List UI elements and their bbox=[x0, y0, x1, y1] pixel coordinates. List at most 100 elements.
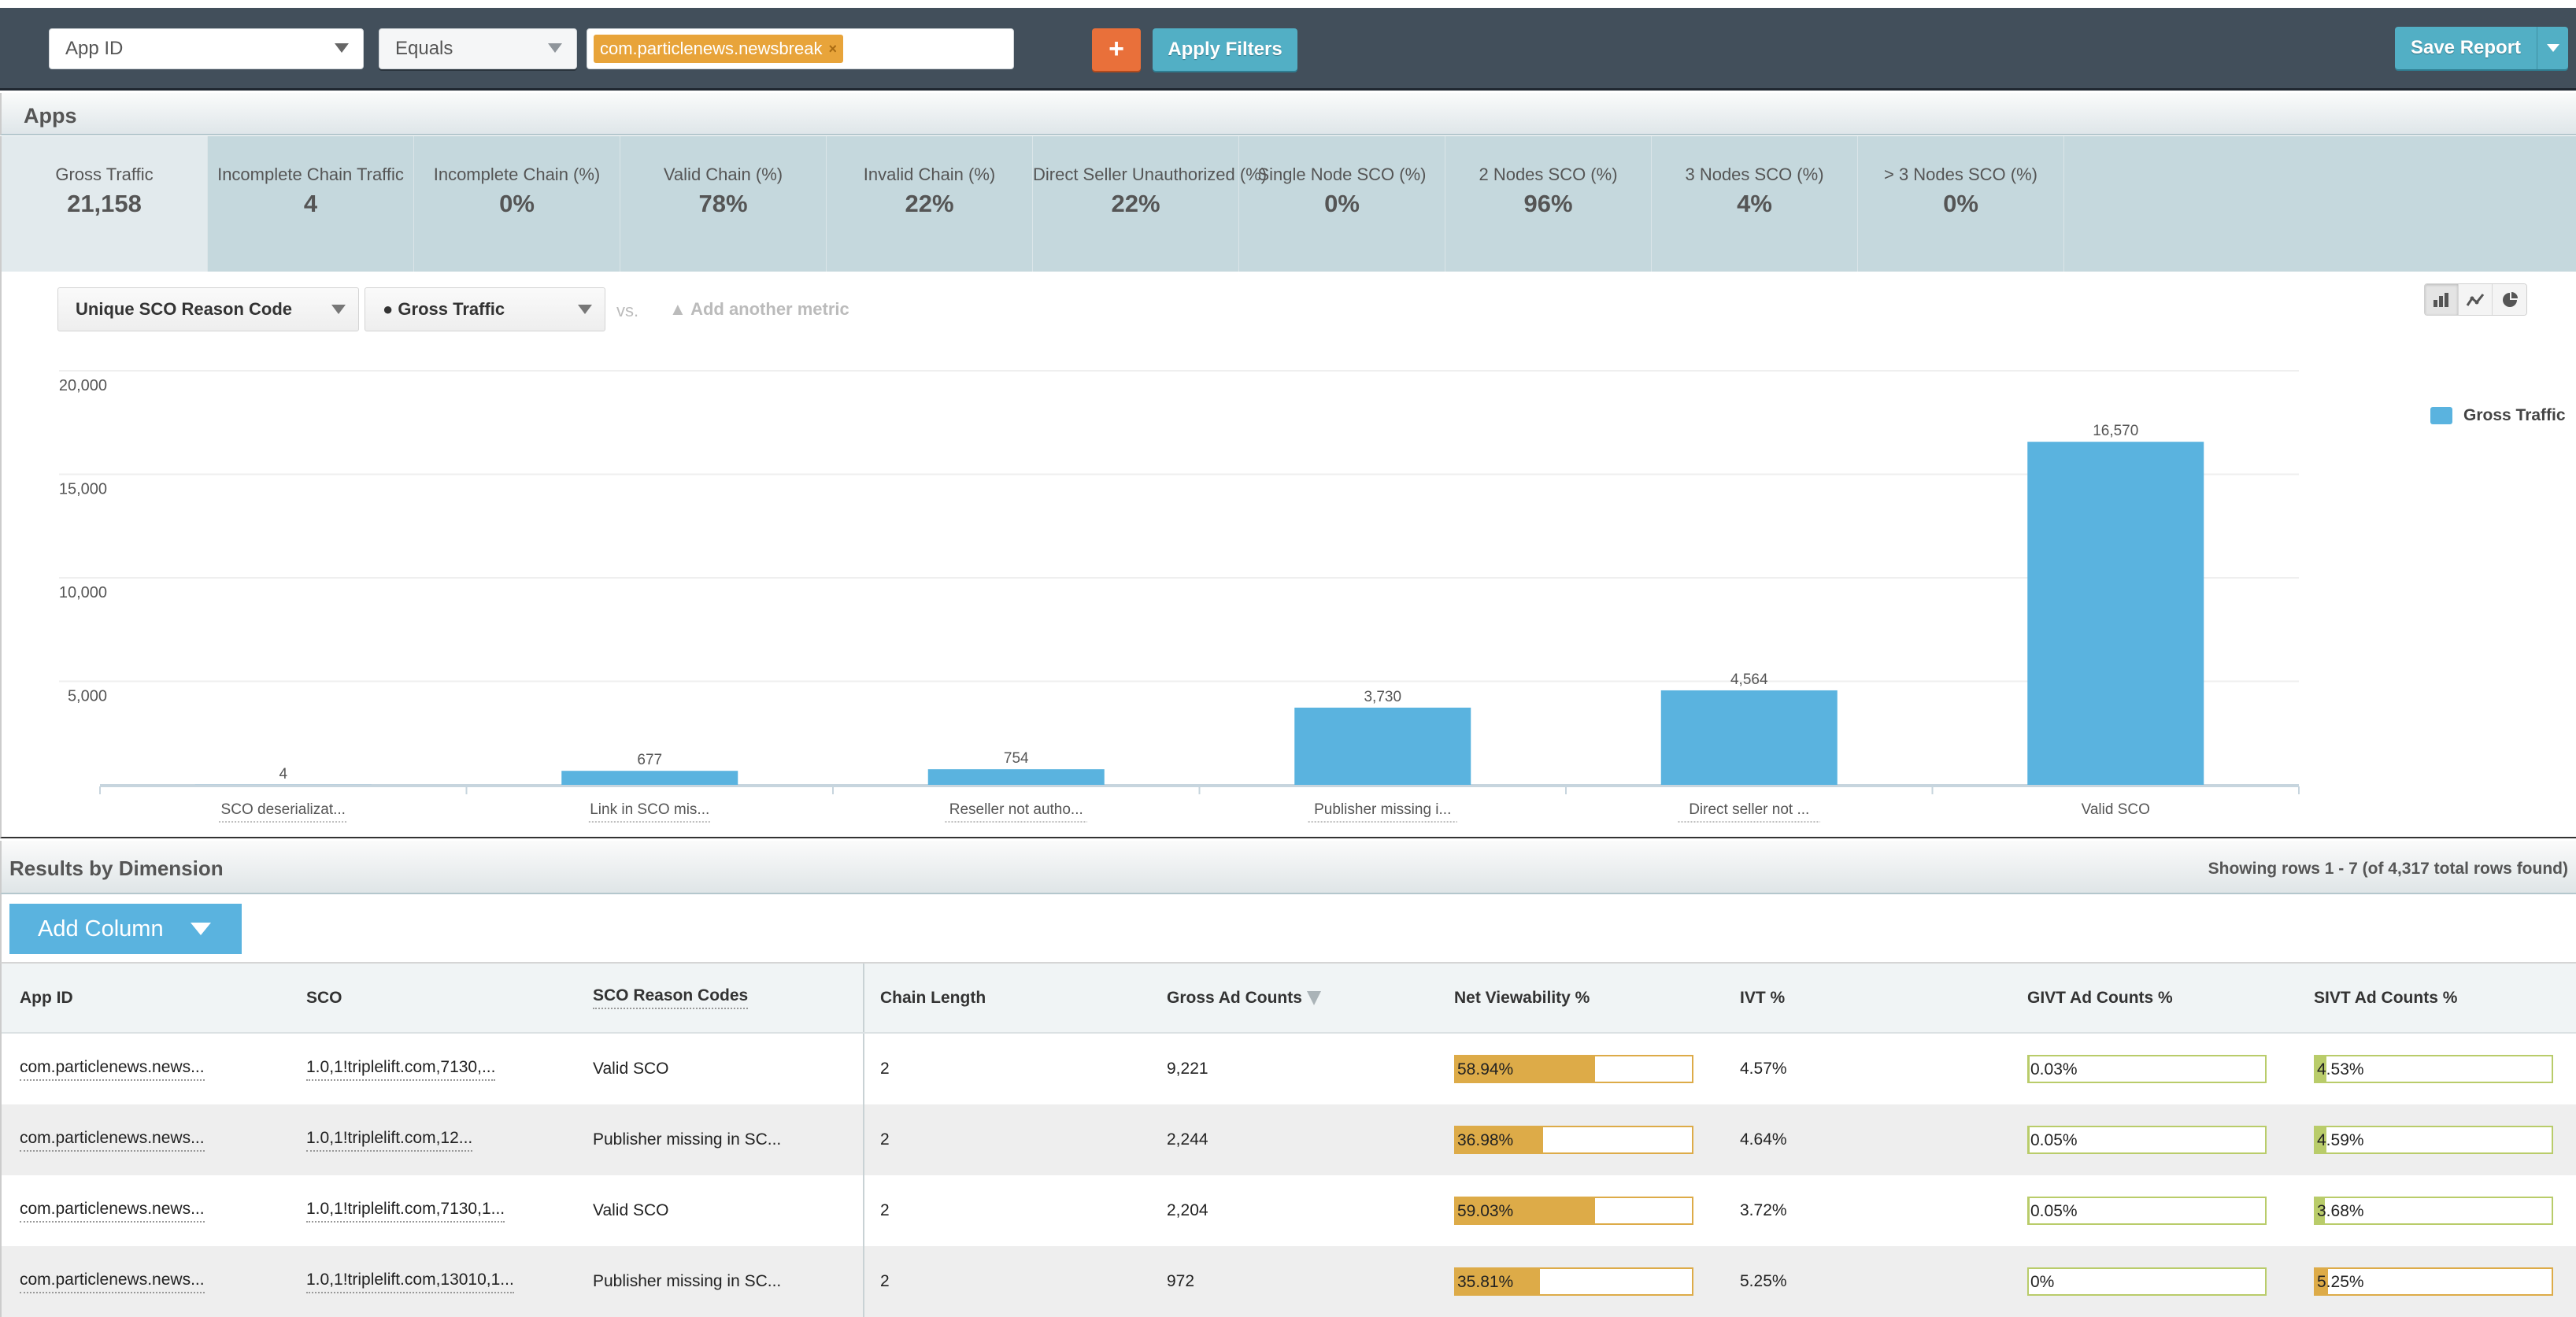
add-column-button[interactable]: Add Column bbox=[9, 904, 242, 954]
filter-value-tag: com.particlenews.newsbreak × bbox=[594, 35, 843, 63]
metric-tile-value: 0% bbox=[1858, 190, 2063, 218]
add-column-label: Add Column bbox=[38, 916, 164, 942]
chevron-down-icon bbox=[548, 43, 562, 53]
ivt-text: 5.25% bbox=[1740, 1272, 1787, 1291]
metric-tile-value: 0% bbox=[414, 190, 620, 218]
bar bbox=[1294, 708, 1471, 785]
metric-tile-value: 0% bbox=[1239, 190, 1445, 218]
metric-tile-label: Direct Seller Unauthorized (%) bbox=[1033, 165, 1238, 185]
column-header-chain-length[interactable]: Chain Length bbox=[880, 964, 986, 1032]
column-header-gross-ad-counts[interactable]: Gross Ad Counts bbox=[1167, 964, 1321, 1032]
filter-operator-dropdown[interactable]: Equals bbox=[379, 28, 577, 69]
add-filter-button[interactable]: + bbox=[1092, 28, 1141, 71]
cell-app-id[interactable]: com.particlenews.news... bbox=[20, 1034, 205, 1104]
cell-sivt: 5.25% bbox=[2314, 1246, 2553, 1317]
cell-givt: 0.05% bbox=[2027, 1104, 2267, 1175]
column-header-sco[interactable]: SCO bbox=[306, 964, 342, 1032]
add-another-metric-link[interactable]: ▲ Add another metric bbox=[669, 299, 849, 320]
sort-descending-icon bbox=[1307, 991, 1321, 1005]
x-tick-label: Reseller not autho... bbox=[949, 801, 1083, 818]
x-tick-label: Direct seller not ... bbox=[1689, 801, 1809, 818]
givt-text: 0% bbox=[2030, 1273, 2054, 1292]
metric-tile-value: 22% bbox=[1033, 190, 1238, 218]
line-chart-button[interactable] bbox=[2459, 284, 2493, 315]
givt-text: 0.05% bbox=[2030, 1131, 2078, 1150]
save-report-button-group: Save Report bbox=[2395, 27, 2568, 69]
metric-tile-label: Valid Chain (%) bbox=[620, 165, 826, 185]
cell-app-id[interactable]: com.particlenews.news... bbox=[20, 1104, 205, 1175]
metric-tile[interactable]: 3 Nodes SCO (%)4% bbox=[1652, 136, 1858, 272]
bar-chart-button[interactable] bbox=[2425, 284, 2459, 315]
net-viewability-text: 35.81% bbox=[1457, 1273, 1513, 1292]
filter-value-input[interactable]: com.particlenews.newsbreak × bbox=[587, 28, 1014, 69]
net-viewability-bar: 58.94% bbox=[1454, 1055, 1693, 1083]
sivt-bar: 4.59% bbox=[2314, 1126, 2553, 1154]
cell-net-viewability: 58.94% bbox=[1454, 1034, 1693, 1104]
cell-sco[interactable]: 1.0,1!triplelift.com,12... bbox=[306, 1104, 472, 1175]
bar-value-label: 3,730 bbox=[1364, 689, 1401, 705]
metric-tile[interactable]: Invalid Chain (%)22% bbox=[827, 136, 1033, 272]
chain-length-text: 2 bbox=[880, 1201, 890, 1220]
cell-gross-ad-counts: 2,244 bbox=[1167, 1104, 1208, 1175]
sivt-text: 3.68% bbox=[2317, 1202, 2364, 1221]
cell-sco[interactable]: 1.0,1!triplelift.com,7130,... bbox=[306, 1034, 495, 1104]
vs-label: vs. bbox=[616, 301, 638, 321]
cell-ivt: 5.25% bbox=[1740, 1246, 1787, 1317]
cell-sco-reason: Publisher missing in SC... bbox=[593, 1246, 781, 1317]
metric-tile-label: Single Node SCO (%) bbox=[1239, 165, 1445, 185]
results-toolbar: Add Column bbox=[0, 894, 2576, 964]
save-report-button[interactable]: Save Report bbox=[2395, 27, 2537, 69]
sco-text: 1.0,1!triplelift.com,13010,1... bbox=[306, 1271, 514, 1293]
column-header-net-viewability[interactable]: Net Viewability % bbox=[1454, 964, 1590, 1032]
cell-chain-length: 2 bbox=[880, 1175, 890, 1246]
metric-tile[interactable]: Direct Seller Unauthorized (%) 22% bbox=[1033, 136, 1239, 272]
dimension-dropdown[interactable]: Unique SCO Reason Code bbox=[57, 287, 359, 331]
metric-tile[interactable]: Valid Chain (%)78% bbox=[620, 136, 827, 272]
column-header-app-id[interactable]: App ID bbox=[20, 964, 73, 1032]
column-header-sivt[interactable]: SIVT Ad Counts % bbox=[2314, 964, 2457, 1032]
cell-sco[interactable]: 1.0,1!triplelift.com,7130,1... bbox=[306, 1175, 505, 1246]
cell-sco[interactable]: 1.0,1!triplelift.com,13010,1... bbox=[306, 1246, 514, 1317]
metric-tile[interactable]: > 3 Nodes SCO (%) 0% bbox=[1858, 136, 2064, 272]
results-section-header: Results by Dimension Showing rows 1 - 7 … bbox=[0, 841, 2576, 894]
cell-chain-length: 2 bbox=[880, 1034, 890, 1104]
table-row[interactable]: com.particlenews.news... 1.0,1!triplelif… bbox=[2, 1034, 2576, 1104]
cell-app-id[interactable]: com.particlenews.news... bbox=[20, 1175, 205, 1246]
metric-tile[interactable]: Single Node SCO (%) 0% bbox=[1239, 136, 1445, 272]
net-viewability-bar: 36.98% bbox=[1454, 1126, 1693, 1154]
metric-tile[interactable]: 2 Nodes SCO (%)96% bbox=[1445, 136, 1652, 272]
dimension-value: Unique SCO Reason Code bbox=[76, 299, 292, 320]
remove-tag-icon[interactable]: × bbox=[828, 35, 837, 63]
column-header-ivt[interactable]: IVT % bbox=[1740, 964, 1785, 1032]
table-header-row: App ID SCO SCO Reason Codes Chain Length… bbox=[2, 964, 2576, 1034]
metric-tile[interactable]: Incomplete Chain (%)0% bbox=[414, 136, 620, 272]
metric-tile-label: 2 Nodes SCO (%) bbox=[1445, 165, 1651, 185]
metric-tile-label: > 3 Nodes SCO (%) bbox=[1858, 165, 2063, 185]
column-header-sco-reason-codes-label: SCO Reason Codes bbox=[593, 986, 748, 1009]
table-body: com.particlenews.news... 1.0,1!triplelif… bbox=[2, 1034, 2576, 1317]
cell-app-id[interactable]: com.particlenews.news... bbox=[20, 1246, 205, 1317]
gross-ad-counts-text: 2,204 bbox=[1167, 1201, 1208, 1220]
results-title: Results by Dimension bbox=[9, 856, 224, 881]
apply-filters-button[interactable]: Apply Filters bbox=[1153, 28, 1297, 71]
gross-ad-counts-text: 972 bbox=[1167, 1272, 1194, 1291]
table-row[interactable]: com.particlenews.news... 1.0,1!triplelif… bbox=[2, 1175, 2576, 1246]
sivt-text: 4.53% bbox=[2317, 1060, 2364, 1079]
cell-net-viewability: 36.98% bbox=[1454, 1104, 1693, 1175]
metric-tile[interactable]: Gross Traffic21,158 bbox=[2, 136, 208, 272]
column-header-sco-reason-codes[interactable]: SCO Reason Codes bbox=[593, 964, 748, 1032]
sco-reason-text: Valid SCO bbox=[593, 1201, 668, 1220]
table-row[interactable]: com.particlenews.news... 1.0,1!triplelif… bbox=[2, 1246, 2576, 1317]
bar-chart: 5,00010,00015,00020,0004SCO deserializat… bbox=[2, 272, 2576, 838]
column-header-givt[interactable]: GIVT Ad Counts % bbox=[2027, 964, 2173, 1032]
metric-tile[interactable]: Incomplete Chain Traffic4 bbox=[208, 136, 414, 272]
filter-field-dropdown[interactable]: App ID bbox=[49, 28, 364, 69]
sco-text: 1.0,1!triplelift.com,7130,1... bbox=[306, 1200, 505, 1223]
filter-bar: App ID Equals com.particlenews.newsbreak… bbox=[0, 8, 2576, 91]
save-report-menu-caret-icon[interactable] bbox=[2537, 27, 2568, 69]
table-row[interactable]: com.particlenews.news... 1.0,1!triplelif… bbox=[2, 1104, 2576, 1175]
pie-chart-button[interactable] bbox=[2493, 284, 2526, 315]
apps-title: Apps bbox=[24, 104, 77, 128]
metric-dropdown[interactable]: ● Gross Traffic bbox=[365, 287, 605, 331]
bar-value-label: 4 bbox=[279, 766, 287, 782]
